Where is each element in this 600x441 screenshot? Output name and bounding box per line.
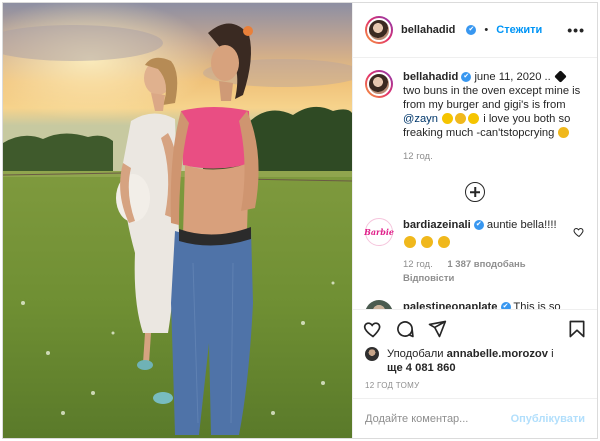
comment-item: Barbie bardiazeinali ✔ auntie bella!!!! 1… (364, 218, 585, 286)
comment-username[interactable]: bardiazeinali (403, 219, 471, 231)
comment-username[interactable]: palestineonaplate (403, 301, 498, 309)
sparkles-icon (442, 113, 454, 124)
liker-avatar[interactable] (365, 347, 379, 361)
comments-section[interactable]: bellahadid ✔ june 11, 2020 .. two buns in… (353, 58, 597, 309)
caption-avatar[interactable] (365, 70, 393, 98)
reply-button[interactable]: Відповісти (403, 272, 563, 286)
post-header: bellahadid ✔ • Стежити ••• (353, 3, 597, 58)
verified-icon: ✔ (473, 220, 484, 231)
comment-like-heart-icon[interactable] (573, 308, 585, 309)
comment-like-heart-icon[interactable] (573, 226, 585, 238)
post-actions (353, 309, 597, 347)
post-side-panel: bellahadid ✔ • Стежити ••• bellahadid ✔ j… (352, 3, 597, 438)
mention-link[interactable]: @zayn (403, 113, 438, 125)
comment-item: palestineonaplate✔ This is so cute (365, 300, 585, 309)
sparkles-icon (468, 113, 480, 124)
caption-date: june 11, 2020 .. (474, 71, 551, 83)
post-photo[interactable] (3, 3, 352, 438)
author-username[interactable]: bellahadid (401, 24, 455, 36)
comment-avatar[interactable] (365, 300, 393, 309)
caption-time: 12 год. (403, 151, 433, 162)
pleading-face-icon (558, 127, 570, 138)
post-timestamp[interactable]: 12 год тому (353, 375, 597, 398)
more-options-icon[interactable]: ••• (567, 22, 585, 38)
crying-face-icon (421, 236, 434, 248)
share-icon[interactable] (427, 319, 447, 339)
verified-icon: ✔ (466, 25, 477, 35)
separator-dot: • (484, 24, 489, 36)
comment-input[interactable] (365, 412, 511, 425)
add-circle-icon[interactable] (465, 182, 485, 202)
author-avatar[interactable] (365, 16, 393, 44)
comment-text: auntie bella!!!! (486, 219, 557, 231)
likes-count[interactable]: 4 081 860 (406, 362, 456, 374)
likes-also[interactable]: ще (387, 362, 403, 374)
comment-avatar[interactable]: Barbie (364, 218, 394, 246)
verified-icon: ✔ (461, 72, 472, 83)
comment-icon[interactable] (395, 319, 415, 339)
photo-scene (3, 3, 352, 438)
heart-icon[interactable] (363, 319, 383, 339)
publish-button[interactable]: Опублікувати (511, 413, 585, 425)
likes-prefix: Уподобали (387, 348, 444, 360)
verified-icon: ✔ (500, 302, 511, 309)
caption-text-1: two buns in the oven except mine is from… (403, 85, 581, 111)
crying-face-icon (438, 236, 451, 248)
caption: bellahadid ✔ june 11, 2020 .. two buns in… (365, 70, 585, 164)
crying-face-icon (404, 236, 416, 248)
load-more-comments[interactable] (365, 182, 585, 202)
likes-summary: Уподобали annabelle.morozov і ще 4 081 8… (353, 347, 597, 375)
instagram-post: bellahadid ✔ • Стежити ••• bellahadid ✔ j… (2, 2, 598, 439)
add-comment-bar: Опублікувати (353, 398, 597, 438)
bookmark-icon[interactable] (567, 319, 587, 339)
liker-username[interactable]: annabelle.morozov (447, 348, 548, 360)
comment-time: 12 год. (403, 259, 433, 270)
follow-button[interactable]: Стежити (496, 24, 542, 36)
black-heart-icon (554, 70, 567, 83)
likes-and: і (551, 348, 554, 360)
comment-likes[interactable]: 1 387 вподобань (447, 259, 525, 270)
caption-username[interactable]: bellahadid (403, 71, 458, 83)
crying-face-icon (455, 113, 467, 124)
